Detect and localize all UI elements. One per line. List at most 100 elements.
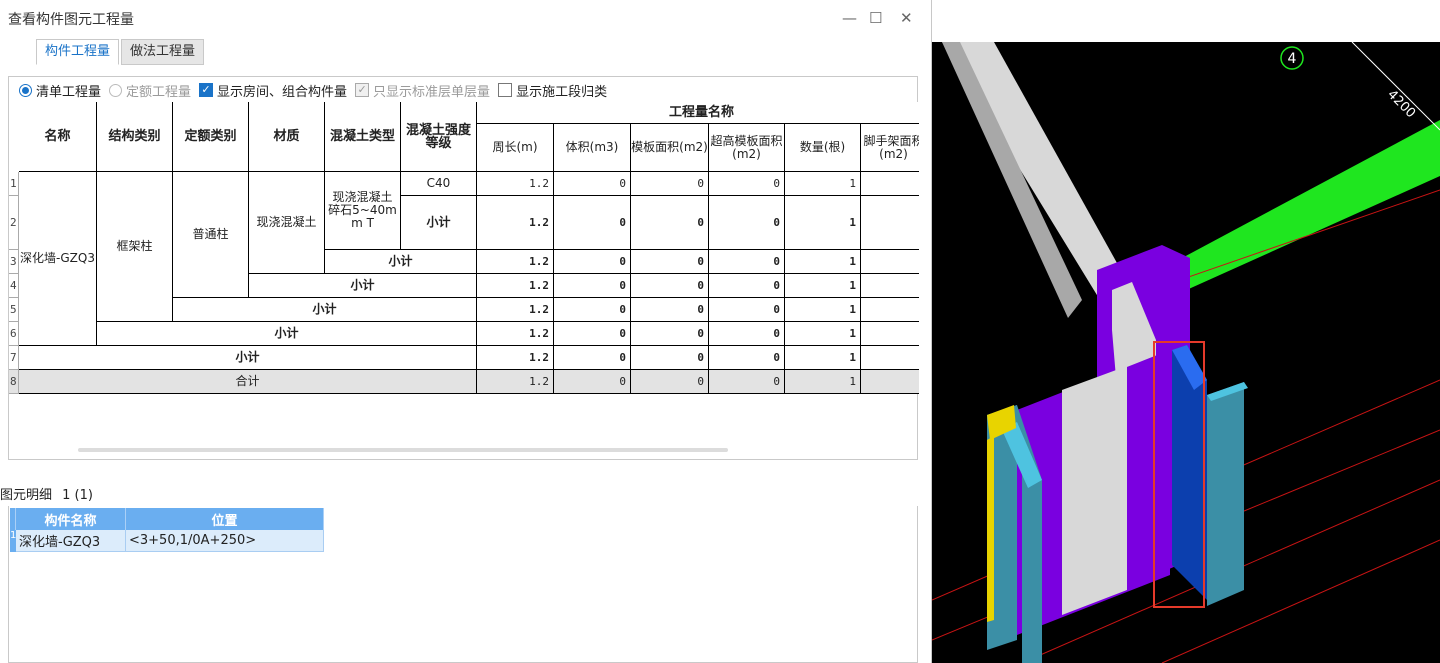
cell-scaffold [861,250,919,274]
3d-scene: 4 4200 [932,41,1440,663]
header-volume: 体积(m3) [554,124,631,172]
detail-header-position: 位置 [126,508,324,530]
row-number: 6 [9,322,19,346]
cell-count: 1 [785,370,861,394]
cell-scaffold [861,346,919,370]
cell-volume: 0 [554,274,631,298]
cell-high-formwork: 0 [709,346,785,370]
cell-high-formwork: 0 [709,172,785,196]
header-scaffold: 脚手架面积(m2) [861,124,919,172]
detail-title: 图元明细 1 (1) [0,488,93,503]
quantity-panel: 清单工程量 定额工程量 ✓ 显示房间、组合构件量 ✓ 只显示标准层单层量 显示施… [8,76,919,460]
cell-count: 1 [785,196,861,250]
cell-concrete-type: 现浇混凝土 碎石5~40mm T [325,172,401,250]
row-number: 1 [9,172,19,196]
radio-quota-quantity[interactable]: 定额工程量 [109,81,191,100]
cell-formwork: 0 [631,196,709,250]
cell-scaffold [861,274,919,298]
tab-bar: 构件工程量 做法工程量 [36,39,206,65]
cell-count: 1 [785,346,861,370]
cell-perimeter: 1.2 [477,250,554,274]
options-bar: 清单工程量 定额工程量 ✓ 显示房间、组合构件量 ✓ 只显示标准层单层量 显示施… [19,79,615,101]
header-count: 数量(根) [785,124,861,172]
header-high-formwork: 超高模板面积(m2) [709,124,785,172]
cell-high-formwork: 0 [709,370,785,394]
cell-formwork: 0 [631,370,709,394]
maximize-button[interactable]: ☐ [869,8,882,28]
detail-cell-position[interactable]: <3+50,1/0A+250> [126,530,324,552]
cell-perimeter: 1.2 [477,322,554,346]
cell-count: 1 [785,172,861,196]
cell-total: 合计 [19,370,477,394]
cell-volume: 0 [554,346,631,370]
yellow-edge-side [987,436,994,622]
checkbox-construction-stage[interactable]: 显示施工段归类 [498,81,607,100]
cell-formwork: 0 [631,172,709,196]
checkbox-checked-disabled-icon: ✓ [355,83,370,97]
row-number: 8 [9,370,19,394]
tab-method-quantity[interactable]: 做法工程量 [121,39,205,65]
row-number: 7 [9,346,19,370]
cell-subtotal: 小计 [97,322,477,346]
checkbox-icon [498,83,513,97]
cell-subtotal: 小计 [325,250,477,274]
minimize-button[interactable]: — [842,8,857,28]
cell-count: 1 [785,298,861,322]
cell-count: 1 [785,274,861,298]
cell-formwork: 0 [631,346,709,370]
cell-high-formwork: 0 [709,274,785,298]
header-perimeter: 周长(m) [477,124,554,172]
cell-volume: 0 [554,370,631,394]
cell-high-formwork: 0 [709,250,785,274]
cell-volume: 0 [554,322,631,346]
axis-label: 4 [1288,51,1297,67]
row-number: 4 [9,274,19,298]
cell-count: 1 [785,322,861,346]
checkbox-show-room[interactable]: ✓ 显示房间、组合构件量 [199,81,347,100]
cell-scaffold [861,370,919,394]
radio-bill-quantity[interactable]: 清单工程量 [19,81,101,100]
cell-scaffold [861,298,919,322]
cell-component-name: 深化墙-GZQ3 [19,172,97,346]
cell-volume: 0 [554,196,631,250]
cell-subtotal: 小计 [401,196,477,250]
close-button[interactable]: ✕ [900,8,913,28]
cell-formwork: 0 [631,250,709,274]
cell-grade: C40 [401,172,477,196]
cell-material: 现浇混凝土 [249,172,325,274]
header-material: 材质 [249,102,325,172]
header-quota: 定额类别 [173,102,249,172]
cell-high-formwork: 0 [709,322,785,346]
horizontal-scrollbar[interactable] [78,448,728,452]
grey-panel [1062,366,1127,615]
header-concrete-grade: 混凝土强度等级 [401,102,477,172]
cell-high-formwork: 0 [709,196,785,250]
cell-perimeter: 1.2 [477,298,554,322]
dialog-title: 查看构件图元工程量 [8,12,134,28]
header-structure: 结构类别 [97,102,173,172]
cell-scaffold [861,196,919,250]
detail-cell-name[interactable]: 深化墙-GZQ3 [16,530,126,552]
3d-viewport[interactable]: 4 4200 [932,0,1440,663]
cell-scaffold [861,172,919,196]
row-number: 5 [9,298,19,322]
tab-component-quantity[interactable]: 构件工程量 [36,39,120,65]
cell-structure: 框架柱 [97,172,173,322]
cell-subtotal: 小计 [249,274,477,298]
cell-high-formwork: 0 [709,298,785,322]
cell-scaffold [861,322,919,346]
header-quantity-group: 工程量名称 [477,102,919,124]
cell-formwork: 0 [631,298,709,322]
cell-perimeter: 1.2 [477,274,554,298]
quantity-dialog: 查看构件图元工程量 — ☐ ✕ 构件工程量 做法工程量 清单工程量 定额工程量 … [0,0,932,663]
cell-subtotal: 小计 [173,298,477,322]
row-number: 2 [9,196,19,250]
cell-perimeter: 1.2 [477,370,554,394]
detail-count: 1 (1) [62,488,93,503]
cell-perimeter: 1.2 [477,172,554,196]
checkbox-standard-floor[interactable]: ✓ 只显示标准层单层量 [355,81,490,100]
header-formwork: 模板面积(m2) [631,124,709,172]
checkbox-checked-icon: ✓ [199,83,214,97]
detail-header-name: 构件名称 [16,508,126,530]
cell-perimeter: 1.2 [477,346,554,370]
